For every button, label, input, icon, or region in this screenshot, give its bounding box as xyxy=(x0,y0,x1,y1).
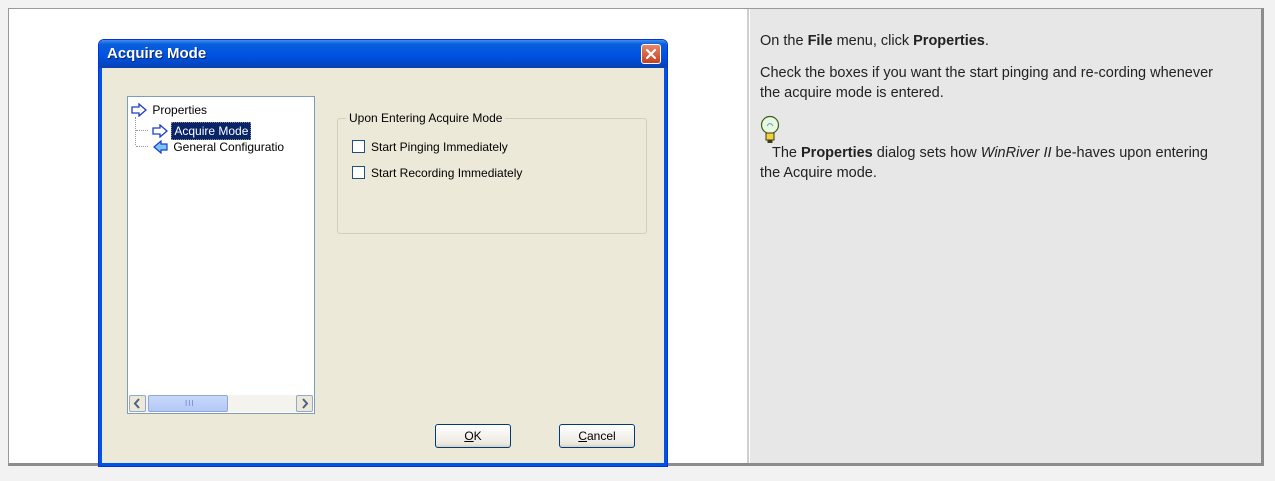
checkbox-box[interactable] xyxy=(352,140,365,154)
tree-item-properties[interactable]: Properties xyxy=(131,101,209,117)
step-1-middle: menu, click xyxy=(832,33,914,49)
tree-item-label: Properties xyxy=(152,102,208,117)
scroll-left-button[interactable] xyxy=(129,395,146,412)
cancel-mnemonic: C xyxy=(578,429,587,443)
checkbox-label: Start Pinging Immediately xyxy=(371,139,508,154)
lightbulb-icon xyxy=(760,115,780,143)
diamond-arrow-icon xyxy=(153,139,168,154)
scroll-right-icon xyxy=(302,398,309,409)
scroll-right-button[interactable] xyxy=(296,395,313,412)
start-pinging-checkbox[interactable]: Start Pinging Immediately xyxy=(352,139,508,154)
cancel-label-rest: ancel xyxy=(586,429,616,443)
acquire-mode-groupbox: Upon Entering Acquire Mode Start Pinging… xyxy=(337,111,647,234)
blue-arrow-icon xyxy=(152,124,168,138)
tree-connector xyxy=(136,146,148,147)
tree-item-general-configuration[interactable]: General Configuratio xyxy=(152,138,286,154)
tree-item-acquire-mode[interactable]: Acquire Mode xyxy=(152,122,252,140)
scroll-left-icon xyxy=(133,398,140,409)
tip-text: The Properties dialog sets how WinRiver … xyxy=(760,143,1230,183)
scrollbar-thumb[interactable]: III xyxy=(148,395,228,412)
tree-connector xyxy=(135,117,136,145)
close-button[interactable] xyxy=(641,44,661,64)
scrollbar-grip: III xyxy=(185,399,195,408)
tip-bold: Properties xyxy=(801,145,873,161)
step-1-prefix: On the xyxy=(760,33,808,49)
tip-prefix: The xyxy=(772,145,802,161)
ok-label-rest: K xyxy=(473,429,482,443)
dialog-title: Acquire Mode xyxy=(107,45,207,62)
file-menu-ref: File xyxy=(807,33,833,49)
cell-divider xyxy=(747,9,749,463)
step-1-suffix: . xyxy=(984,33,989,49)
start-recording-checkbox[interactable]: Start Recording Immediately xyxy=(352,165,523,180)
dialog-titlebar[interactable]: Acquire Mode xyxy=(99,40,667,68)
instructions-text: On the File menu, click Properties. Chec… xyxy=(760,31,1230,183)
checkbox-box[interactable] xyxy=(352,166,365,180)
screenshot-cell: Acquire Mode Properties Acquire Mode Gen… xyxy=(9,9,746,467)
acquire-mode-dialog: Acquire Mode Properties Acquire Mode Gen… xyxy=(98,39,668,467)
groupbox-title: Upon Entering Acquire Mode xyxy=(346,111,506,125)
tree-connector xyxy=(136,130,148,131)
tip-product-name: WinRiver II xyxy=(980,145,1052,161)
content-table: Acquire Mode Properties Acquire Mode Gen… xyxy=(8,8,1264,467)
blue-arrow-icon xyxy=(131,102,147,117)
horizontal-scrollbar[interactable]: III xyxy=(129,395,313,412)
properties-ref: Properties xyxy=(913,33,985,49)
instructions-cell: On the File menu, click Properties. Chec… xyxy=(750,9,1261,463)
properties-tree[interactable]: Properties Acquire Mode General Configur… xyxy=(127,96,315,414)
ok-button[interactable]: OK xyxy=(435,424,511,448)
cancel-button[interactable]: Cancel xyxy=(559,424,635,448)
tip-note: The Properties dialog sets how WinRiver … xyxy=(760,115,1230,183)
close-icon xyxy=(645,48,657,60)
ok-mnemonic: O xyxy=(464,429,474,443)
tree-item-label: General Configuratio xyxy=(173,139,285,154)
tip-middle: dialog sets how xyxy=(872,145,981,161)
step-1: On the File menu, click Properties. xyxy=(760,31,1230,51)
step-2: Check the boxes if you want the start pi… xyxy=(760,65,1213,101)
checkbox-label: Start Recording Immediately xyxy=(371,165,523,180)
